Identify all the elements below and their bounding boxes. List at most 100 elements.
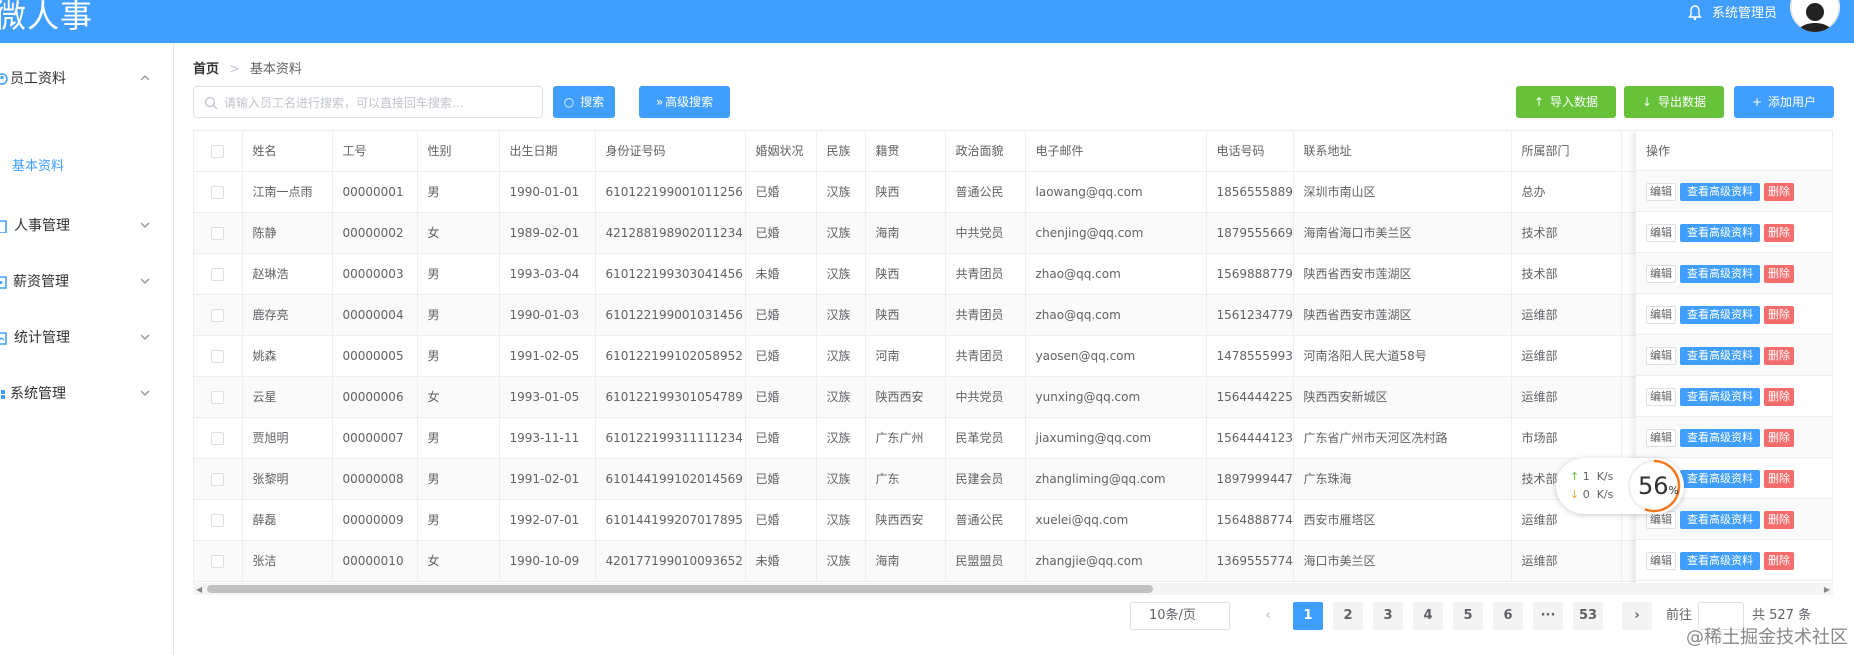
table-cell: 张黎明 bbox=[242, 458, 333, 500]
table-cell: 15644441234 bbox=[1206, 417, 1294, 459]
edit-button[interactable]: 编辑 bbox=[1646, 429, 1676, 447]
row-checkbox[interactable] bbox=[194, 376, 243, 418]
page-number[interactable]: 3 bbox=[1373, 602, 1403, 630]
page-number[interactable]: 1 bbox=[1293, 602, 1323, 630]
table-cell: 1992-07-01 bbox=[499, 499, 596, 541]
page-number[interactable]: 4 bbox=[1413, 602, 1443, 630]
advanced-search-button[interactable]: » 高级搜索 bbox=[639, 86, 730, 118]
delete-button[interactable]: 删除 bbox=[1764, 265, 1794, 283]
sidebar-item-salary[interactable]: 薪资管理 bbox=[0, 254, 174, 310]
export-label: 导出数据 bbox=[1658, 95, 1707, 109]
table-row[interactable]: 赵琳浩 00000003 男 1993-03-04 610122199303041456… bbox=[194, 253, 1832, 295]
add-user-button[interactable]: + 添加用户 bbox=[1734, 86, 1834, 118]
search-input[interactable] bbox=[224, 93, 524, 113]
column-header: 工号 bbox=[332, 131, 418, 172]
operations-row: 编辑查看高级资料删除 bbox=[1636, 540, 1832, 581]
view-details-button[interactable]: 查看高级资料 bbox=[1680, 511, 1760, 529]
page-number[interactable]: 5 bbox=[1453, 602, 1483, 630]
scroll-right-icon[interactable]: ▶ bbox=[1824, 585, 1830, 594]
advanced-search-label: 高级搜索 bbox=[665, 95, 714, 109]
view-details-button[interactable]: 查看高级资料 bbox=[1680, 265, 1760, 283]
breadcrumb-home[interactable]: 首页 bbox=[193, 62, 219, 77]
page-number[interactable]: 2 bbox=[1333, 602, 1363, 630]
table-row[interactable]: 云星 00000006 女 1993-01-05 610122199301054789 已… bbox=[194, 376, 1832, 418]
avatar[interactable] bbox=[1790, 0, 1840, 32]
delete-button[interactable]: 删除 bbox=[1764, 511, 1794, 529]
search-button[interactable]: ○ 搜索 bbox=[553, 86, 615, 118]
edit-button[interactable]: 编辑 bbox=[1646, 306, 1676, 324]
table-row[interactable]: 张洁 00000010 女 1990-10-09 420177199010093652 未… bbox=[194, 540, 1832, 582]
table-header-row: 姓名 工号 性别 出生日期 身份证号码 婚姻状况 民族 籍贯 政治面貌 电子邮件… bbox=[194, 131, 1832, 172]
table-cell: 女 bbox=[417, 540, 500, 582]
page-number[interactable]: 6 bbox=[1493, 602, 1523, 630]
table-cell: 普通公民 bbox=[945, 499, 1026, 541]
edit-button[interactable]: 编辑 bbox=[1646, 347, 1676, 365]
view-details-button[interactable]: 查看高级资料 bbox=[1680, 347, 1760, 365]
select-all-checkbox[interactable] bbox=[194, 131, 243, 172]
table-cell: chenjing@qq.com bbox=[1025, 212, 1207, 254]
edit-button[interactable]: 编辑 bbox=[1646, 552, 1676, 570]
row-checkbox[interactable] bbox=[194, 458, 243, 500]
table-row[interactable]: 鹿存亮 00000004 男 1990-01-03 610122199001031456… bbox=[194, 294, 1832, 336]
edit-button[interactable]: 编辑 bbox=[1646, 265, 1676, 283]
network-speed-widget[interactable]: ↑ 1 K/s ↓ 0 K/s 56% bbox=[1556, 458, 1684, 514]
row-checkbox[interactable] bbox=[194, 499, 243, 541]
delete-button[interactable]: 删除 bbox=[1764, 183, 1794, 201]
page-size-select[interactable]: 10条/页 bbox=[1130, 602, 1230, 630]
table-cell: zhao@qq.com bbox=[1025, 253, 1207, 295]
next-page-button[interactable]: › bbox=[1622, 602, 1652, 630]
delete-button[interactable]: 删除 bbox=[1764, 429, 1794, 447]
user-name[interactable]: 系统管理员 bbox=[1712, 4, 1777, 24]
prev-page-button[interactable]: ‹ bbox=[1253, 602, 1283, 630]
scroll-left-icon[interactable]: ◀ bbox=[196, 585, 202, 594]
delete-button[interactable]: 删除 bbox=[1764, 470, 1794, 488]
delete-button[interactable]: 删除 bbox=[1764, 347, 1794, 365]
edit-button[interactable]: 编辑 bbox=[1646, 183, 1676, 201]
edit-button[interactable]: 编辑 bbox=[1646, 224, 1676, 242]
view-details-button[interactable]: 查看高级资料 bbox=[1680, 552, 1760, 570]
sidebar-subitem-basic-info[interactable]: 基本资料 bbox=[12, 157, 64, 177]
row-checkbox[interactable] bbox=[194, 294, 243, 336]
page-number[interactable]: 53 bbox=[1573, 602, 1603, 630]
table-cell: 已婚 bbox=[745, 212, 817, 254]
row-checkbox[interactable] bbox=[194, 212, 243, 254]
bell-icon[interactable] bbox=[1688, 5, 1702, 21]
view-details-button[interactable]: 查看高级资料 bbox=[1680, 224, 1760, 242]
view-details-button[interactable]: 查看高级资料 bbox=[1680, 183, 1760, 201]
row-checkbox[interactable] bbox=[194, 417, 243, 459]
sidebar-item-employee[interactable]: 员工资料 bbox=[0, 51, 174, 107]
search-button-label: 搜索 bbox=[580, 95, 605, 109]
delete-button[interactable]: 删除 bbox=[1764, 388, 1794, 406]
view-details-button[interactable]: 查看高级资料 bbox=[1680, 388, 1760, 406]
scrollbar-thumb[interactable] bbox=[207, 585, 1153, 593]
search-box[interactable] bbox=[193, 86, 543, 118]
view-details-button[interactable]: 查看高级资料 bbox=[1680, 306, 1760, 324]
table-cell: 薛磊 bbox=[242, 499, 333, 541]
double-chevron-down-icon: » bbox=[655, 95, 664, 109]
export-button[interactable]: ↓ 导出数据 bbox=[1624, 86, 1724, 118]
sidebar-item-system[interactable]: 系统管理 bbox=[0, 366, 174, 422]
sidebar-item-stats[interactable]: 统计管理 bbox=[0, 310, 174, 366]
table-row[interactable]: 陈静 00000002 女 1989-02-01 421288198902011234 已… bbox=[194, 212, 1832, 254]
row-checkbox[interactable] bbox=[194, 253, 243, 295]
jump-page-input[interactable] bbox=[1698, 602, 1744, 630]
edit-button[interactable]: 编辑 bbox=[1646, 388, 1676, 406]
delete-button[interactable]: 删除 bbox=[1764, 306, 1794, 324]
row-checkbox[interactable] bbox=[194, 335, 243, 377]
delete-button[interactable]: 删除 bbox=[1764, 552, 1794, 570]
column-header: 籍贯 bbox=[865, 131, 946, 172]
delete-button[interactable]: 删除 bbox=[1764, 224, 1794, 242]
row-checkbox[interactable] bbox=[194, 540, 243, 582]
sidebar-item-hr[interactable]: 人事管理 bbox=[0, 198, 174, 254]
page-number[interactable]: ··· bbox=[1533, 602, 1563, 630]
view-details-button[interactable]: 查看高级资料 bbox=[1680, 429, 1760, 447]
import-button[interactable]: ↑ 导入数据 bbox=[1516, 86, 1616, 118]
row-checkbox[interactable] bbox=[194, 171, 243, 213]
horizontal-scrollbar[interactable]: ◀ ▶ bbox=[193, 583, 1833, 595]
view-details-button[interactable]: 查看高级资料 bbox=[1680, 470, 1760, 488]
table-cell: 陕西西安新城区 bbox=[1293, 376, 1512, 418]
table-row[interactable]: 贾旭明 00000007 男 1993-11-11 610122199311111234… bbox=[194, 417, 1832, 459]
table-row[interactable]: 姚森 00000005 男 1991-02-05 610122199102058952 已… bbox=[194, 335, 1832, 377]
table-row[interactable]: 江南一点雨 00000001 男 1990-01-01 6101221990010112… bbox=[194, 171, 1832, 213]
upload-unit: K/s bbox=[1596, 470, 1614, 483]
